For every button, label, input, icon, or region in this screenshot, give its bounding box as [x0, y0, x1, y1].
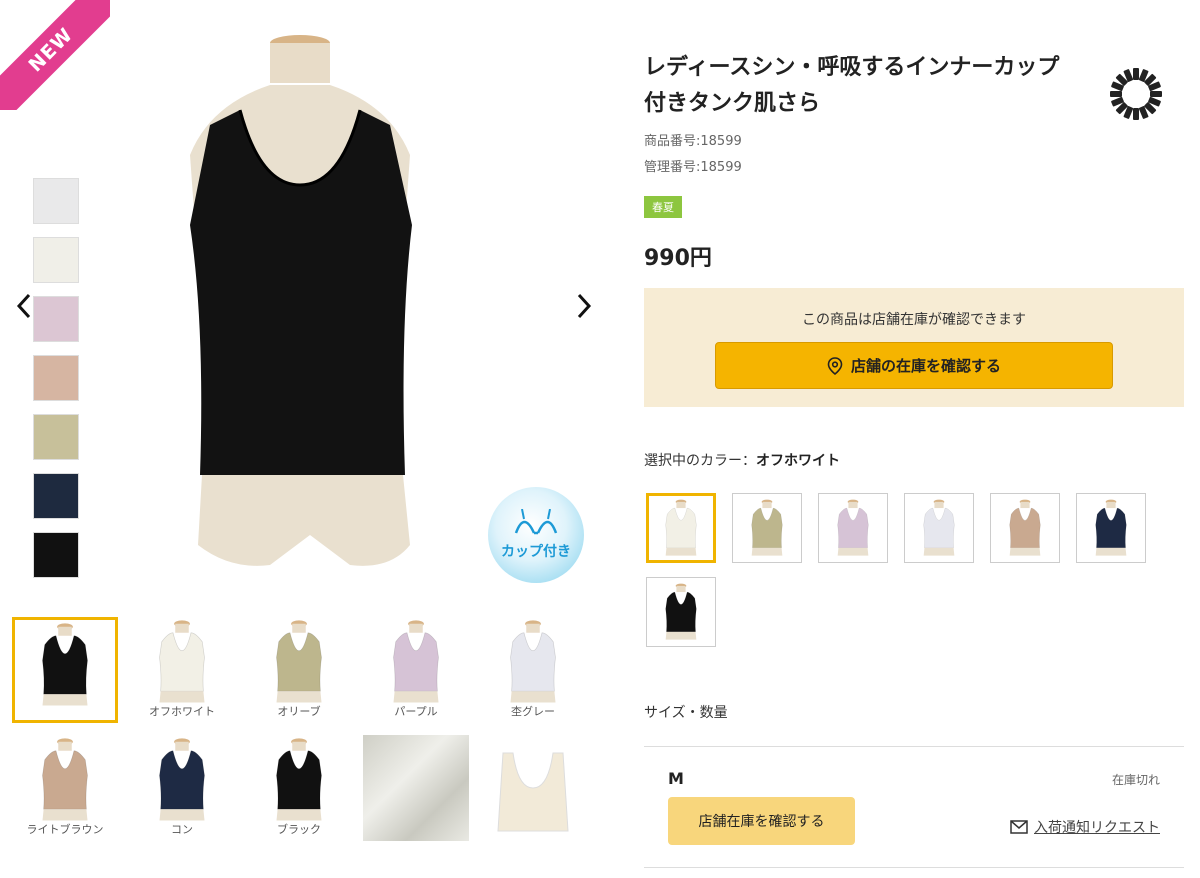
season-badge: 春夏 — [644, 196, 682, 218]
color-option[interactable] — [1076, 493, 1146, 563]
chevron-right-icon — [577, 293, 592, 319]
product-thumbnail[interactable]: オフホワイト — [129, 617, 235, 723]
stock-status: 在庫切れ — [1111, 773, 1160, 787]
thumbnail-label: コン — [171, 823, 193, 836]
new-ribbon: NEW — [0, 0, 110, 110]
product-thumbnail[interactable]: ライトブラウン — [12, 735, 118, 841]
control-number: 管理番号:18599 — [644, 160, 742, 175]
thumbnail-image — [246, 735, 352, 825]
thumbnail-label: オリーブ — [277, 705, 321, 718]
cup-closeup-image — [480, 735, 586, 841]
check-store-stock-button[interactable]: 店舗の在庫を確認する — [715, 342, 1113, 389]
thumbnail-image — [15, 620, 115, 710]
thumbnail-image — [129, 617, 235, 707]
size-row: M 在庫切れ 店舗在庫を確認する 入荷通知リクエスト — [644, 746, 1184, 868]
cup-badge-label: カップ付き — [501, 544, 571, 560]
thumbnail-image — [246, 617, 352, 707]
thumbnail-label: ライトブラウン — [26, 823, 104, 836]
fabric-swatch[interactable] — [33, 355, 79, 401]
product-thumbnail[interactable]: パープル — [363, 617, 469, 723]
product-thumbnail[interactable] — [12, 617, 118, 723]
fabric-swatch[interactable] — [33, 473, 79, 519]
restock-notify-link[interactable]: 入荷通知リクエスト — [1010, 817, 1160, 837]
thumbnail-image — [129, 735, 235, 825]
color-option[interactable] — [990, 493, 1060, 563]
product-thumbnail[interactable]: ブラック — [246, 735, 352, 841]
next-image-button[interactable] — [570, 288, 598, 324]
fabric-swatch[interactable] — [33, 532, 79, 578]
color-option[interactable] — [646, 493, 716, 563]
item-number: 商品番号:18599 — [644, 134, 742, 149]
thumbnail-label: オフホワイト — [149, 705, 215, 718]
size-quantity-heading: サイズ・数量 — [644, 705, 728, 721]
thumbnail-image — [480, 617, 586, 707]
thumbnail-label: 杢グレー — [511, 705, 555, 718]
product-title: レディースシン・呼吸するインナーカップ 付きタンク肌さら — [644, 55, 1060, 116]
color-option[interactable] — [646, 577, 716, 647]
fabric-swatch-list — [33, 178, 79, 591]
thumbnail-label: パープル — [394, 705, 438, 718]
selected-color-label: 選択中のカラー：オフホワイト — [644, 453, 840, 469]
thumbnail-image — [12, 735, 118, 825]
fabric-swatch[interactable] — [33, 296, 79, 342]
color-option[interactable] — [732, 493, 802, 563]
prev-image-button[interactable] — [10, 288, 38, 324]
chevron-left-icon — [16, 293, 31, 319]
thumbnail-label: ブラック — [277, 823, 321, 836]
product-thumbnail[interactable] — [363, 735, 469, 841]
product-thumbnail[interactable] — [480, 735, 586, 841]
product-thumbnail[interactable]: オリーブ — [246, 617, 352, 723]
color-option[interactable] — [818, 493, 888, 563]
fabric-swatch[interactable] — [33, 237, 79, 283]
thumbnail-image — [363, 617, 469, 707]
main-product-image — [150, 25, 480, 585]
store-stock-message: この商品は店舗在庫が確認できます — [802, 312, 1026, 328]
cup-included-badge: カップ付き — [488, 487, 584, 583]
map-pin-icon — [827, 356, 843, 375]
loading-spinner-icon — [1110, 68, 1162, 120]
bra-icon — [514, 509, 558, 535]
color-option[interactable] — [904, 493, 974, 563]
store-stock-panel: この商品は店舗在庫が確認できます 店舗の在庫を確認する — [644, 288, 1184, 407]
new-badge: NEW — [0, 0, 110, 110]
product-price: 990円 — [644, 246, 712, 271]
fabric-swatch[interactable] — [33, 414, 79, 460]
selected-color-value: オフホワイト — [756, 453, 840, 469]
fabric-swatch[interactable] — [33, 178, 79, 224]
size-name: M — [668, 769, 684, 788]
product-thumbnail[interactable]: 杢グレー — [480, 617, 586, 723]
fabric-closeup-image — [363, 735, 469, 841]
mail-icon — [1010, 820, 1028, 834]
product-thumbnail[interactable]: コン — [129, 735, 235, 841]
check-store-inventory-button[interactable]: 店舗在庫を確認する — [668, 797, 855, 845]
